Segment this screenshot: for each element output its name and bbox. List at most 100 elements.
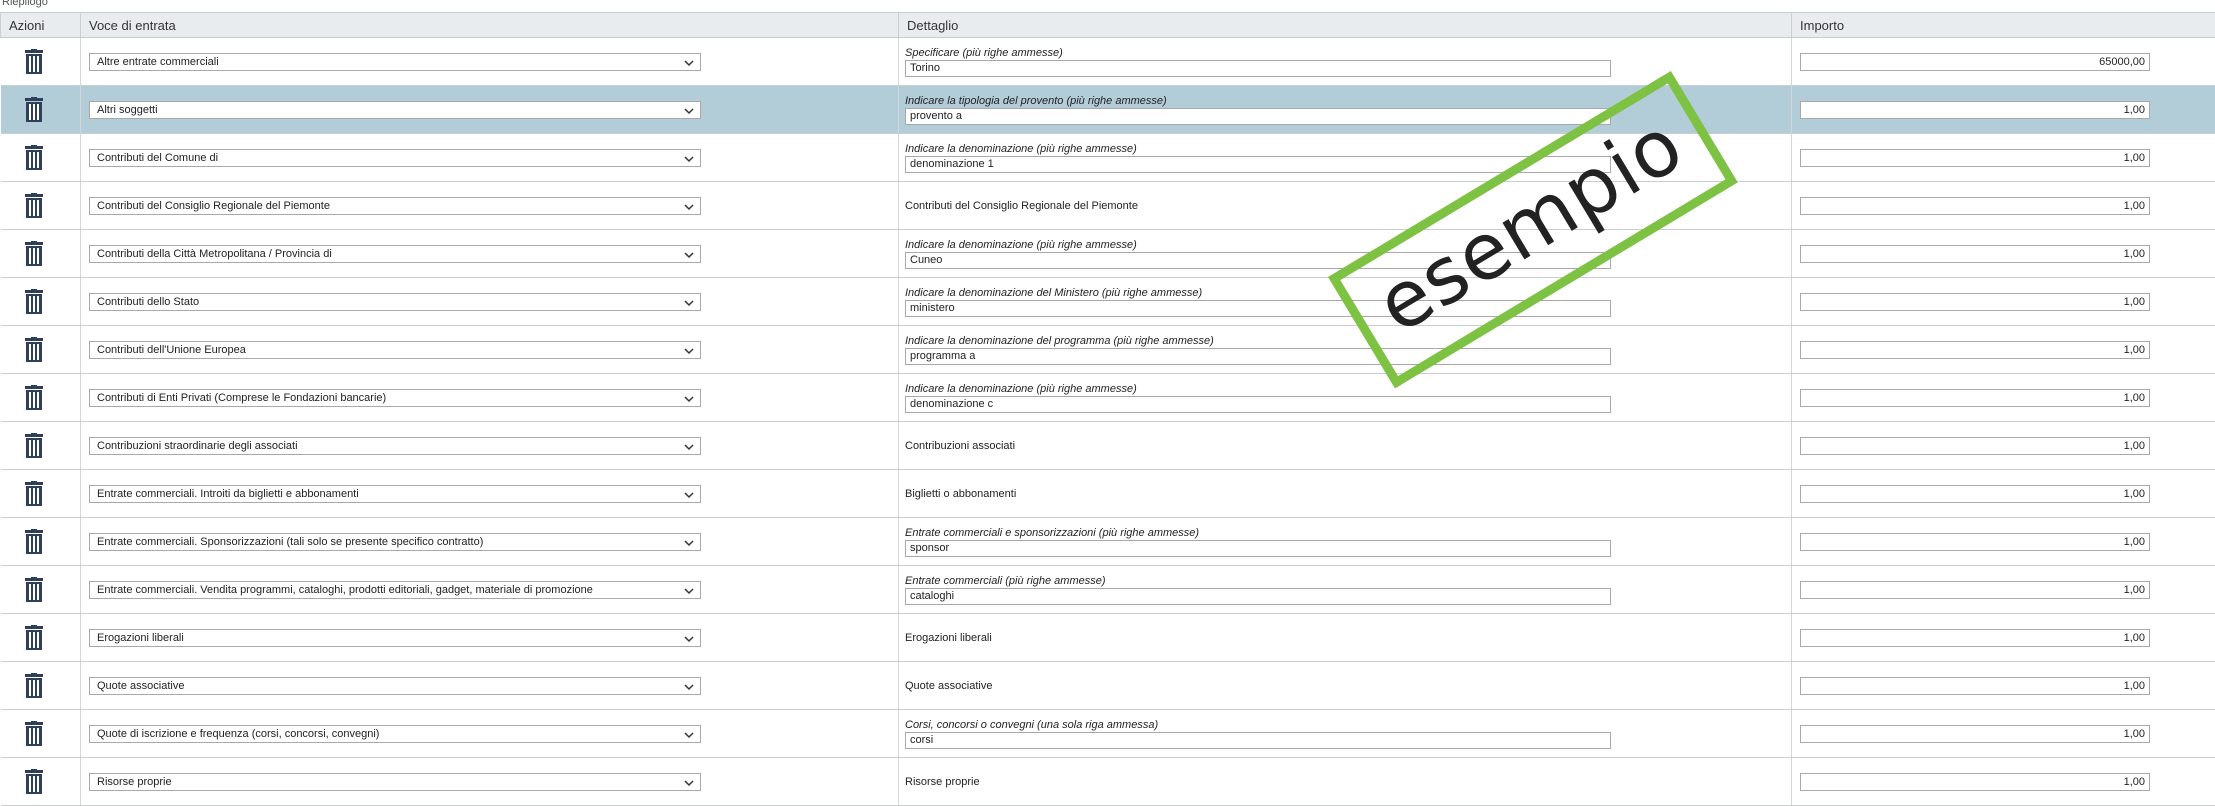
- table-row[interactable]: Altri soggettiIndicare la tipologia del …: [1, 86, 2215, 134]
- entry-select-value: Entrate commerciali. Introiti da bigliet…: [97, 488, 359, 500]
- entry-select[interactable]: Entrate commerciali. Sponsorizzazioni (t…: [89, 533, 701, 551]
- detail-input[interactable]: cataloghi: [905, 588, 1611, 605]
- table-row[interactable]: Erogazioni liberaliErogazioni liberali1,…: [1, 614, 2215, 662]
- amount-input[interactable]: 65000,00: [1800, 53, 2150, 71]
- amount-input[interactable]: 1,00: [1800, 389, 2150, 407]
- entry-cell: Quote di iscrizione e frequenza (corsi, …: [81, 710, 899, 758]
- chevron-down-icon: [684, 345, 694, 355]
- entry-select[interactable]: Entrate commerciali. Vendita programmi, …: [89, 581, 701, 599]
- trash-icon[interactable]: [24, 385, 44, 411]
- trash-icon[interactable]: [24, 145, 44, 171]
- entry-select[interactable]: Quote associative: [89, 677, 701, 695]
- entry-select[interactable]: Contributi dello Stato: [89, 293, 701, 311]
- trash-icon[interactable]: [24, 193, 44, 219]
- table-row[interactable]: Contributi dello StatoIndicare la denomi…: [1, 278, 2215, 326]
- table-row[interactable]: Entrate commerciali. Introiti da bigliet…: [1, 470, 2215, 518]
- table-row[interactable]: Contributi di Enti Privati (Comprese le …: [1, 374, 2215, 422]
- actions-cell: [1, 38, 81, 86]
- entry-select[interactable]: Risorse proprie: [89, 773, 701, 791]
- trash-icon[interactable]: [24, 481, 44, 507]
- detail-input[interactable]: sponsor: [905, 540, 1611, 557]
- detail-label: Indicare la denominazione (più righe amm…: [905, 383, 1791, 395]
- actions-cell: [1, 614, 81, 662]
- amount-input[interactable]: 1,00: [1800, 485, 2150, 503]
- amount-input[interactable]: 1,00: [1800, 245, 2150, 263]
- detail-block: Biglietti o abbonamenti: [899, 488, 1791, 500]
- amount-input[interactable]: 1,00: [1800, 725, 2150, 743]
- detail-input[interactable]: provento a: [905, 108, 1611, 125]
- table-row[interactable]: Entrate commerciali. Sponsorizzazioni (t…: [1, 518, 2215, 566]
- detail-cell: Contribuzioni associati: [899, 422, 1792, 470]
- chevron-down-icon: [684, 153, 694, 163]
- entry-cell: Contributi di Enti Privati (Comprese le …: [81, 374, 899, 422]
- amount-cell: 1,00: [1792, 230, 2215, 278]
- amount-input[interactable]: 1,00: [1800, 101, 2150, 119]
- amount-input[interactable]: 1,00: [1800, 773, 2150, 791]
- entry-select[interactable]: Contribuzioni straordinarie degli associ…: [89, 437, 701, 455]
- detail-input[interactable]: programma a: [905, 348, 1611, 365]
- trash-icon[interactable]: [24, 673, 44, 699]
- actions-cell: [1, 86, 81, 134]
- table-row[interactable]: Contributi della Città Metropolitana / P…: [1, 230, 2215, 278]
- header-entry: Voce di entrata: [81, 13, 899, 38]
- entry-cell: Quote associative: [81, 662, 899, 710]
- trash-icon[interactable]: [24, 433, 44, 459]
- entry-select[interactable]: Contributi della Città Metropolitana / P…: [89, 245, 701, 263]
- trash-icon[interactable]: [24, 241, 44, 267]
- trash-icon[interactable]: [24, 769, 44, 795]
- trash-icon[interactable]: [24, 625, 44, 651]
- entry-cell: Contributi dell'Unione Europea: [81, 326, 899, 374]
- actions-cell: [1, 182, 81, 230]
- entry-select[interactable]: Contributi del Comune di: [89, 149, 701, 167]
- amount-input[interactable]: 1,00: [1800, 293, 2150, 311]
- detail-input[interactable]: denominazione c: [905, 396, 1611, 413]
- detail-block: Corsi, concorsi o convegni (una sola rig…: [899, 719, 1791, 749]
- detail-text: Biglietti o abbonamenti: [905, 488, 1791, 500]
- entry-select[interactable]: Entrate commerciali. Introiti da bigliet…: [89, 485, 701, 503]
- amount-input[interactable]: 1,00: [1800, 437, 2150, 455]
- table-row[interactable]: Contributi del Consiglio Regionale del P…: [1, 182, 2215, 230]
- table-row[interactable]: Entrate commerciali. Vendita programmi, …: [1, 566, 2215, 614]
- amount-input[interactable]: 1,00: [1800, 341, 2150, 359]
- entry-select[interactable]: Erogazioni liberali: [89, 629, 701, 647]
- chevron-down-icon: [684, 729, 694, 739]
- chevron-down-icon: [684, 537, 694, 547]
- table-row[interactable]: Contribuzioni straordinarie degli associ…: [1, 422, 2215, 470]
- entry-cell: Contribuzioni straordinarie degli associ…: [81, 422, 899, 470]
- table-row[interactable]: Contributi dell'Unione EuropeaIndicare l…: [1, 326, 2215, 374]
- table-row[interactable]: Contributi del Comune diIndicare la deno…: [1, 134, 2215, 182]
- amount-input[interactable]: 1,00: [1800, 197, 2150, 215]
- trash-icon[interactable]: [24, 577, 44, 603]
- trash-icon[interactable]: [24, 337, 44, 363]
- amount-input[interactable]: 1,00: [1800, 677, 2150, 695]
- table-row[interactable]: Risorse proprie Risorse proprie 1,00: [1, 758, 2215, 806]
- amount-input[interactable]: 1,00: [1800, 581, 2150, 599]
- entry-select[interactable]: Altri soggetti: [89, 101, 701, 119]
- actions-cell: [1, 326, 81, 374]
- detail-cell: Corsi, concorsi o convegni (una sola rig…: [899, 710, 1792, 758]
- detail-input[interactable]: Torino: [905, 60, 1611, 77]
- trash-icon[interactable]: [24, 97, 44, 123]
- table-row[interactable]: Quote di iscrizione e frequenza (corsi, …: [1, 710, 2215, 758]
- entry-select[interactable]: Quote di iscrizione e frequenza (corsi, …: [89, 725, 701, 743]
- trash-icon[interactable]: [24, 721, 44, 747]
- entry-select[interactable]: Contributi del Consiglio Regionale del P…: [89, 197, 701, 215]
- chevron-down-icon: [684, 393, 694, 403]
- amount-input[interactable]: 1,00: [1800, 533, 2150, 551]
- detail-text: Risorse proprie: [905, 776, 1791, 788]
- table-row[interactable]: Altre entrate commercialiSpecificare (pi…: [1, 38, 2215, 86]
- trash-icon[interactable]: [24, 529, 44, 555]
- entry-select[interactable]: Contributi di Enti Privati (Comprese le …: [89, 389, 701, 407]
- trash-icon[interactable]: [24, 289, 44, 315]
- amount-cell: 1,00: [1792, 374, 2215, 422]
- chevron-down-icon: [684, 633, 694, 643]
- entry-select[interactable]: Contributi dell'Unione Europea: [89, 341, 701, 359]
- detail-input[interactable]: corsi: [905, 732, 1611, 749]
- entry-select-value: Altri soggetti: [97, 104, 158, 116]
- table-row[interactable]: Quote associativeQuote associative1,00: [1, 662, 2215, 710]
- entry-select[interactable]: Altre entrate commerciali: [89, 53, 701, 71]
- amount-input[interactable]: 1,00: [1800, 149, 2150, 167]
- header-amount: Importo: [1792, 13, 2215, 38]
- amount-input[interactable]: 1,00: [1800, 629, 2150, 647]
- trash-icon[interactable]: [24, 49, 44, 75]
